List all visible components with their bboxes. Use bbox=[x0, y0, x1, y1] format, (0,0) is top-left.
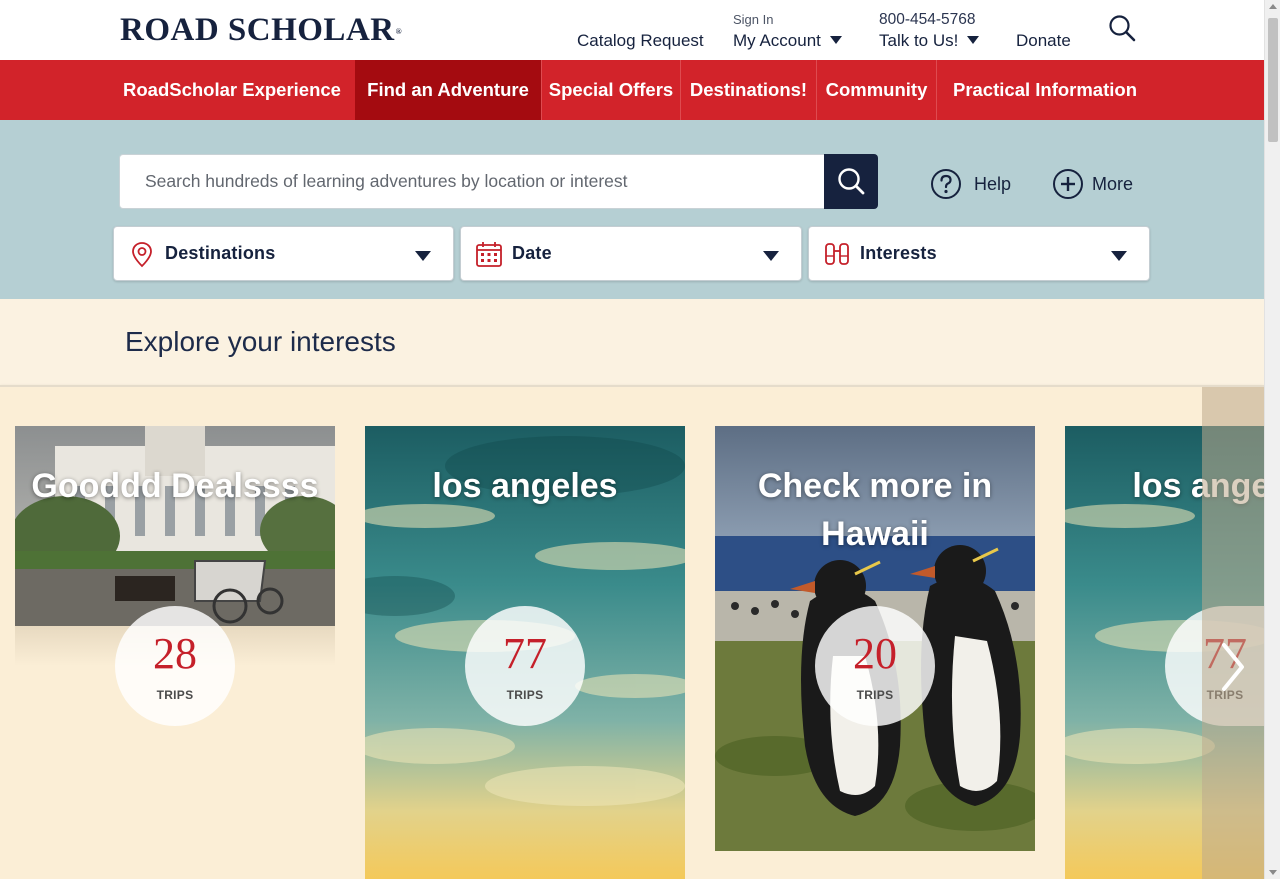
trip-count-label: TRIPS bbox=[156, 688, 194, 702]
logo-text: ROAD SCHOLAR bbox=[120, 12, 395, 48]
phone-number[interactable]: 800-454-5768 bbox=[879, 10, 976, 30]
nav-item-find-an-adventure[interactable]: Find an Adventure bbox=[355, 60, 541, 120]
site-header: ROAD SCHOLAR® Catalog Request Sign In My… bbox=[0, 0, 1264, 60]
more-label: More bbox=[1092, 174, 1134, 194]
page-scrollbar[interactable] bbox=[1264, 0, 1280, 879]
binoculars-icon bbox=[825, 243, 849, 265]
scroll-up-arrow[interactable] bbox=[1269, 4, 1277, 9]
sign-in-link[interactable]: Sign In bbox=[733, 13, 773, 27]
nav-item-practical-information[interactable]: Practical Information bbox=[937, 60, 1153, 120]
destinations-dropdown[interactable]: Destinations bbox=[113, 226, 454, 281]
trip-count: 28 bbox=[153, 629, 197, 678]
calendar-icon bbox=[476, 242, 502, 267]
question-circle-icon bbox=[931, 169, 961, 199]
map-pin-icon bbox=[132, 242, 152, 268]
main-nav: RoadScholar Experience Find an Adventure… bbox=[0, 60, 1264, 120]
trip-count-badge: 20 TRIPS bbox=[815, 606, 935, 726]
scroll-down-arrow[interactable] bbox=[1269, 870, 1277, 875]
date-label: Date bbox=[512, 243, 552, 263]
caret-down-icon bbox=[763, 251, 779, 261]
search-icon bbox=[838, 168, 865, 195]
plus-circle-icon bbox=[1053, 169, 1083, 199]
date-dropdown[interactable]: Date bbox=[460, 226, 802, 281]
logo-registered-mark: ® bbox=[395, 27, 403, 36]
help-label: Help bbox=[974, 174, 1012, 194]
destinations-label: Destinations bbox=[165, 243, 276, 263]
talk-to-us-menu[interactable]: Talk to Us! bbox=[879, 31, 980, 51]
search-input[interactable] bbox=[120, 155, 824, 208]
trip-count-label: TRIPS bbox=[506, 688, 544, 702]
interests-label: Interests bbox=[860, 243, 937, 263]
card-title: Gooddd Dealssss bbox=[31, 467, 319, 505]
card-title: Check more in Hawaii bbox=[757, 467, 993, 553]
trip-count: 77 bbox=[503, 629, 547, 678]
donate-link[interactable]: Donate bbox=[1016, 31, 1071, 51]
search-field[interactable] bbox=[119, 154, 825, 209]
my-account-label: My Account bbox=[733, 31, 821, 50]
my-account-menu[interactable]: My Account bbox=[733, 31, 842, 51]
trip-count: 20 bbox=[853, 629, 897, 678]
explore-heading: Explore your interests bbox=[125, 326, 396, 357]
caret-down-icon bbox=[415, 251, 431, 261]
catalog-request-link[interactable]: Catalog Request bbox=[577, 31, 704, 51]
scroll-thumb[interactable] bbox=[1268, 18, 1278, 142]
trip-count-label: TRIPS bbox=[856, 688, 894, 702]
search-icon[interactable] bbox=[1108, 14, 1136, 42]
trip-count-badge: 77 TRIPS bbox=[465, 606, 585, 726]
caret-down-icon bbox=[1111, 251, 1127, 261]
trip-count-badge: 28 TRIPS bbox=[115, 606, 235, 726]
search-submit-button[interactable] bbox=[824, 154, 878, 209]
chevron-down-icon bbox=[829, 36, 842, 44]
nav-item-destinations[interactable]: Destinations! bbox=[681, 60, 816, 120]
nav-item-community[interactable]: Community bbox=[817, 60, 936, 120]
carousel-next-button[interactable] bbox=[1202, 387, 1264, 879]
chevron-down-icon bbox=[967, 36, 980, 44]
chevron-right-icon bbox=[1222, 643, 1244, 691]
road-scholar-logo[interactable]: ROAD SCHOLAR® bbox=[120, 13, 402, 47]
talk-to-us-label: Talk to Us! bbox=[879, 31, 959, 50]
nav-item-roadscholar-experience[interactable]: RoadScholar Experience bbox=[116, 60, 348, 120]
card-title: los angeles bbox=[432, 467, 618, 505]
nav-item-special-offers[interactable]: Special Offers bbox=[542, 60, 680, 120]
interests-dropdown[interactable]: Interests bbox=[808, 226, 1150, 281]
